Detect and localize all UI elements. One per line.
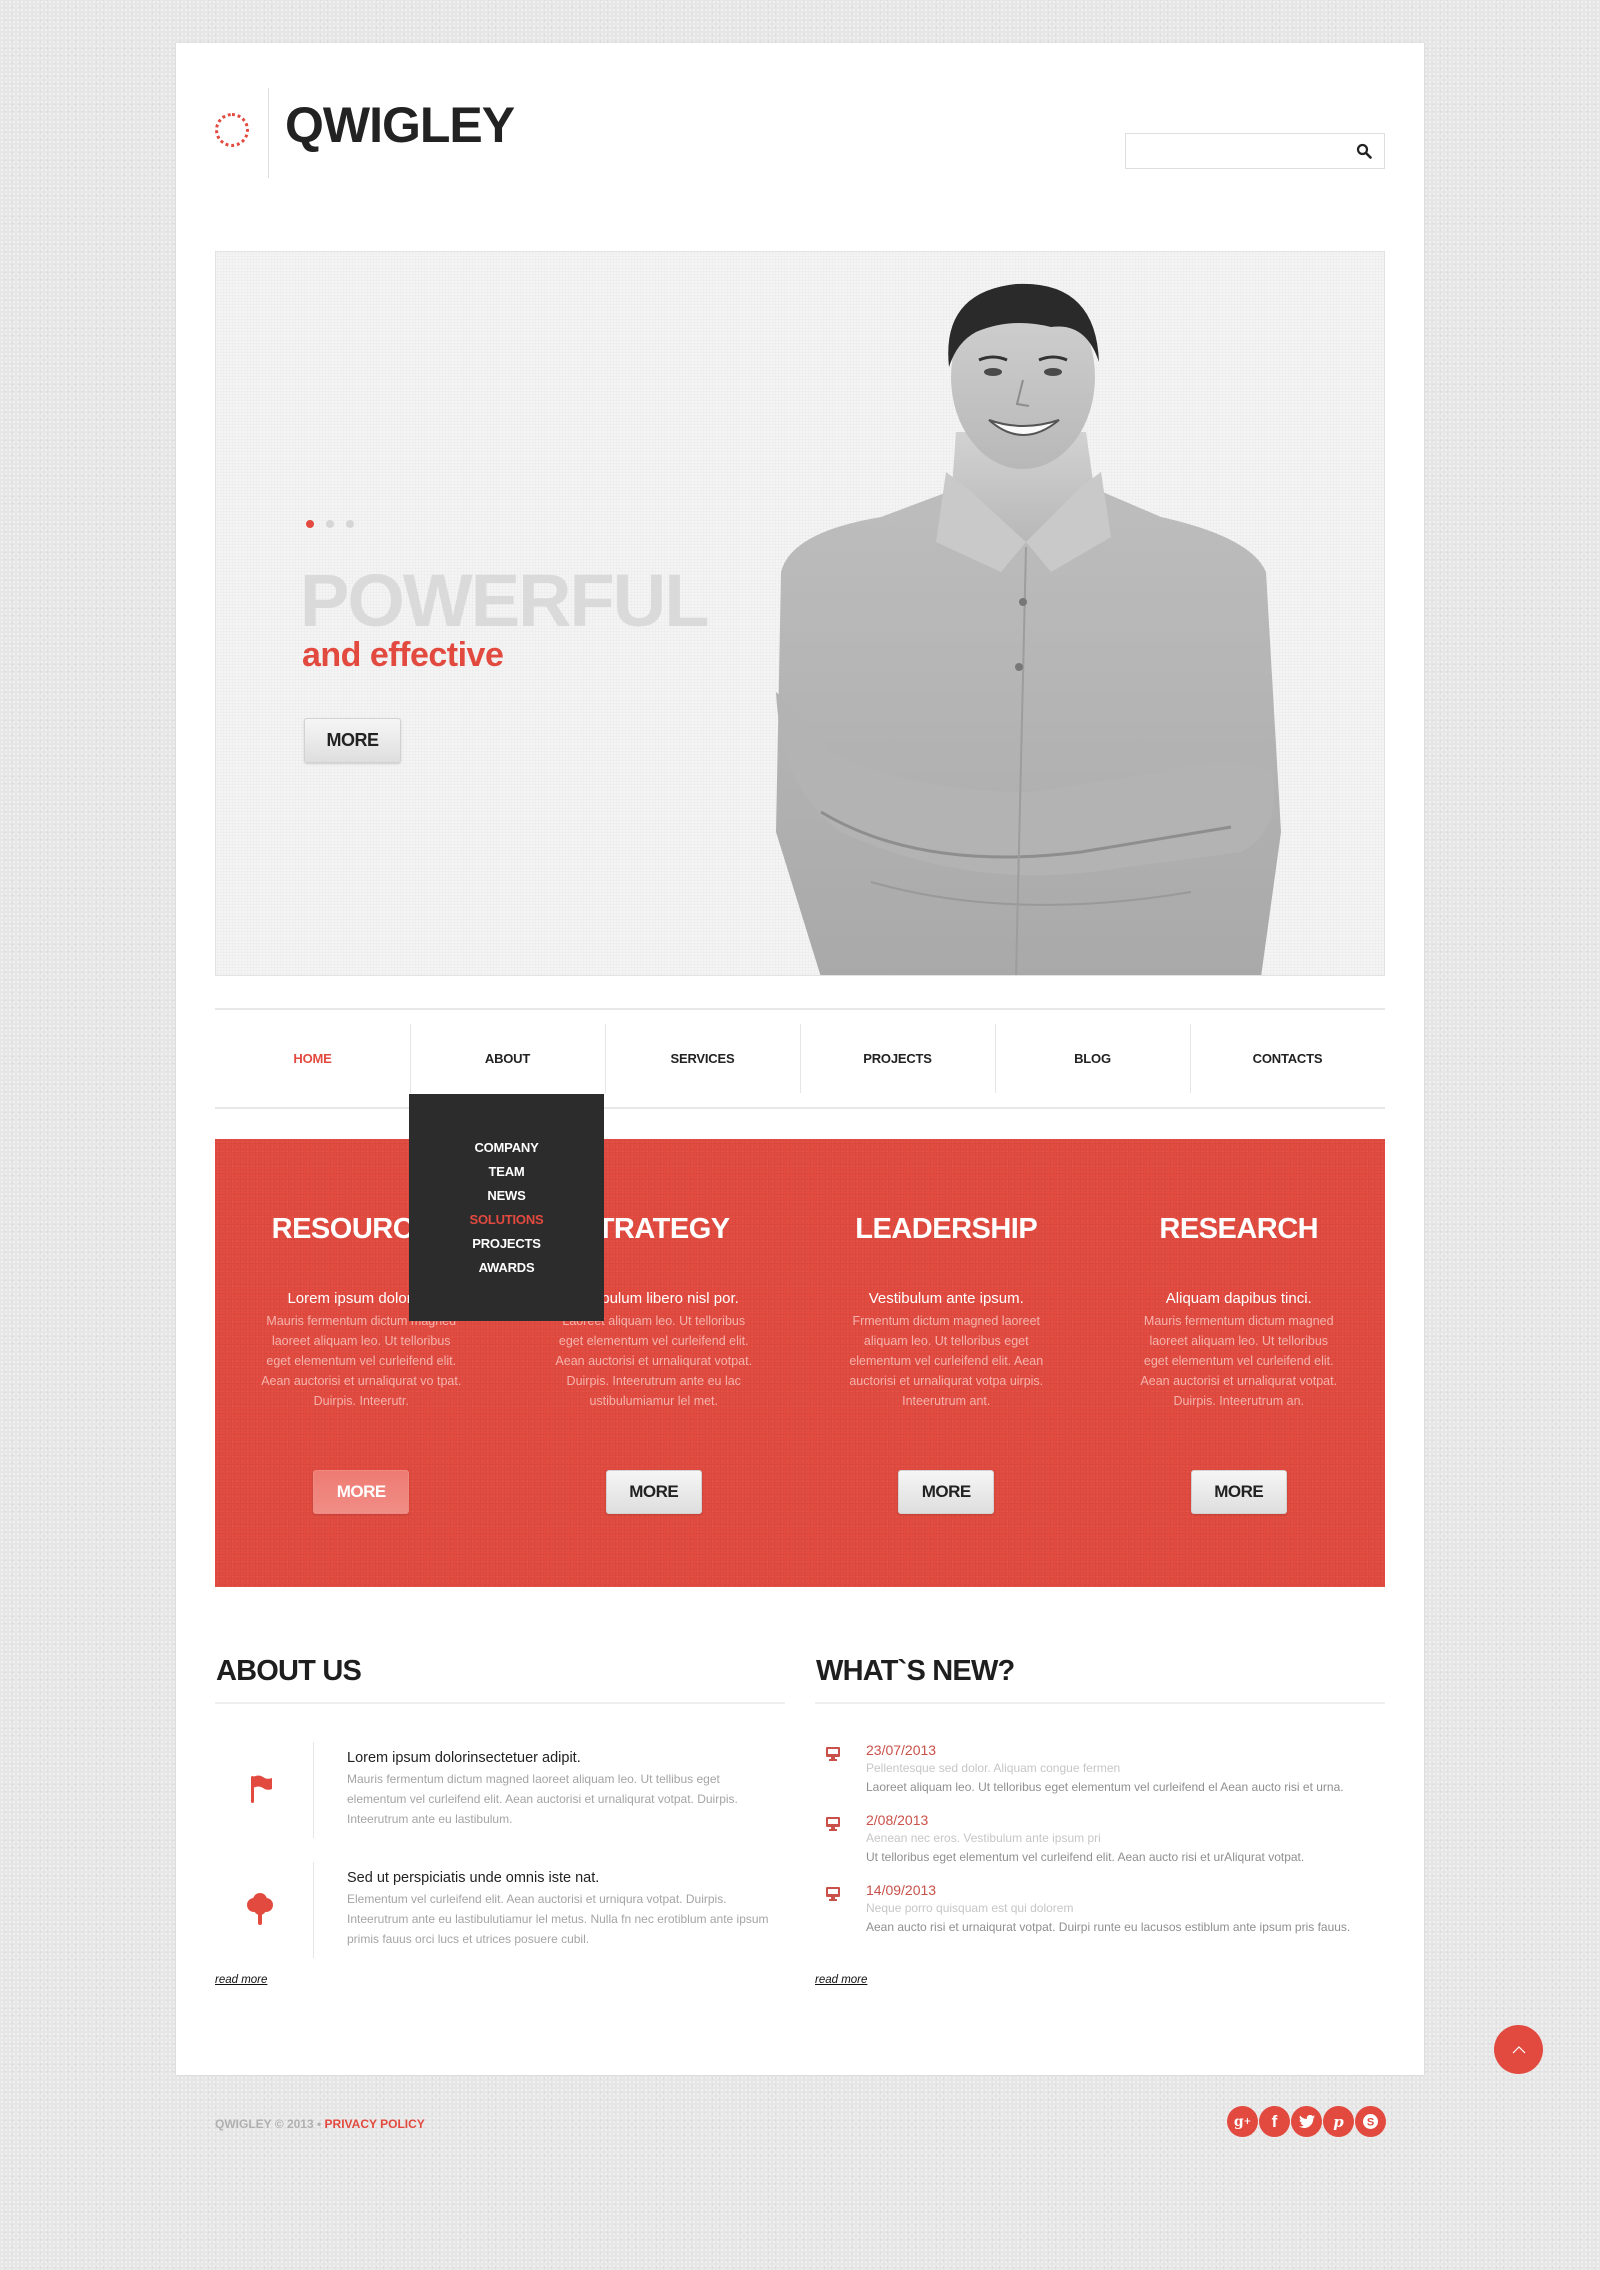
news-item: 14/09/2013 Neque porro quisquam est qui …	[815, 1882, 1385, 1952]
nav-blog[interactable]: BLOG	[995, 1010, 1190, 1107]
about-item-text: Elementum vel curleifend elit. Aean auct…	[347, 1892, 769, 1946]
feature-lead: Vestibulum ante ipsum.	[868, 1290, 1024, 1307]
about-body: Lorem ipsum dolorinsectetuer adipit. Mau…	[347, 1750, 777, 1829]
feature-more-button[interactable]: MORE	[898, 1470, 995, 1514]
news-date[interactable]: 23/07/2013	[866, 1742, 1385, 1758]
monitor-icon	[826, 1817, 840, 1831]
news-subtitle: Neque porro quisquam est qui dolorem	[866, 1901, 1074, 1915]
dropdown-item-team[interactable]: TEAM	[409, 1160, 604, 1184]
monitor-icon	[826, 1747, 840, 1761]
features-panel: RESOURCES Lorem ipsum dolor sit. Mauris …	[215, 1139, 1385, 1587]
dropdown-item-company[interactable]: COMPANY	[409, 1136, 604, 1160]
dropdown-item-news[interactable]: NEWS	[409, 1184, 604, 1208]
search-icon[interactable]	[1356, 143, 1372, 159]
svg-text:S: S	[1367, 2117, 1374, 2129]
hero-subtitle: and effective	[302, 636, 504, 674]
feature-text: Mauris fermentum dictum magned laoreet a…	[261, 1314, 462, 1408]
dropdown-item-solutions[interactable]: SOLUTIONS	[409, 1208, 604, 1232]
logo-divider	[268, 88, 269, 178]
logo-icon[interactable]	[215, 113, 249, 147]
pinterest-icon[interactable]: p	[1323, 2106, 1354, 2137]
news-item: 23/07/2013 Pellentesque sed dolor. Aliqu…	[815, 1742, 1385, 1812]
flag-icon	[251, 1775, 272, 1803]
hero-person-image	[776, 283, 1281, 975]
feature-title: RESEARCH	[1159, 1213, 1319, 1245]
feature-more-button[interactable]: MORE	[313, 1470, 410, 1514]
feature-text: Frmentum dictum magned laoreet aliquam l…	[849, 1314, 1044, 1408]
about-dropdown-menu: COMPANY TEAM NEWS SOLUTIONS PROJECTS AWA…	[409, 1094, 604, 1321]
monitor-icon	[826, 1887, 840, 1901]
feature-more-button[interactable]: MORE	[605, 1470, 702, 1514]
news-text: Ut telloribus eget elementum vel curleif…	[866, 1850, 1305, 1864]
feature-title: LEADERSHIP	[855, 1213, 1038, 1245]
hero-more-button[interactable]: MORE	[304, 718, 401, 763]
nav-about[interactable]: ABOUT	[410, 1010, 605, 1107]
search-box	[1125, 133, 1385, 169]
about-us-heading: ABOUT US	[216, 1655, 362, 1687]
skype-icon[interactable]: S	[1355, 2106, 1386, 2137]
tree-icon	[247, 1893, 273, 1925]
slider-dot-2[interactable]	[326, 520, 334, 528]
whats-new-heading: WHAT`S NEW?	[816, 1655, 1015, 1687]
news-subtitle: Aenean nec eros. Vestibulum ante ipsum p…	[866, 1831, 1101, 1845]
site-logo[interactable]: QWIGLEY	[285, 96, 515, 154]
news-list: 23/07/2013 Pellentesque sed dolor. Aliqu…	[815, 1742, 1385, 1952]
hero-slider: POWERFUL and effective MORE	[215, 251, 1385, 976]
about-item-title: Sed ut perspiciatis unde omnis iste nat.	[347, 1870, 600, 1886]
section-divider	[815, 1702, 1385, 1704]
about-item: Lorem ipsum dolorinsectetuer adipit. Mau…	[215, 1742, 785, 1862]
feature-more-button[interactable]: MORE	[1190, 1470, 1287, 1514]
chevron-up-icon	[1512, 2045, 1525, 2053]
scroll-to-top-button[interactable]	[1494, 2025, 1543, 2074]
twitter-icon[interactable]	[1291, 2106, 1322, 2137]
social-links: g + f p S	[1227, 2106, 1386, 2137]
google-plus-icon[interactable]: g +	[1227, 2106, 1258, 2137]
about-item-text: Mauris fermentum dictum magned laoreet a…	[347, 1772, 738, 1826]
news-read-more-link[interactable]: read more	[815, 1974, 867, 1986]
news-subtitle: Pellentesque sed dolor. Aliquam congue f…	[866, 1761, 1121, 1775]
feature-text: Laoreet aliquam leo. Ut telloribus eget …	[555, 1314, 753, 1408]
main-nav: HOME ABOUT SERVICES PROJECTS BLOG CONTAC…	[215, 1008, 1385, 1109]
slider-dot-1[interactable]	[306, 520, 314, 528]
feature-leadership: LEADERSHIP Vestibulum ante ipsum. Frment…	[800, 1139, 1093, 1587]
nav-home[interactable]: HOME	[215, 1010, 410, 1107]
news-text: Laoreet aliquam leo. Ut telloribus eget …	[866, 1780, 1344, 1794]
nav-contacts[interactable]: CONTACTS	[1190, 1010, 1385, 1107]
feature-lead: Aliquam dapibus tinci.	[1165, 1290, 1312, 1307]
footer-copyright: QWIGLEY © 2013 • PRIVACY POLICY	[215, 2117, 425, 2131]
privacy-policy-link[interactable]: PRIVACY POLICY	[325, 2117, 425, 2131]
dropdown-item-projects[interactable]: PROJECTS	[409, 1232, 604, 1256]
search-input[interactable]	[1126, 134, 1346, 168]
hero-title: POWERFUL	[300, 559, 709, 642]
about-us-section: ABOUT US Lorem ipsum dolorinsectetuer ad…	[215, 1655, 785, 1982]
news-date[interactable]: 2/08/2013	[866, 1812, 1385, 1828]
news-text: Aean aucto risi et urnaiqurat votpat. Du…	[866, 1920, 1351, 1934]
about-divider	[313, 1862, 314, 1958]
copyright-text: QWIGLEY © 2013 •	[215, 2117, 322, 2131]
about-read-more-link[interactable]: read more	[215, 1974, 267, 1986]
about-item-title: Lorem ipsum dolorinsectetuer adipit.	[347, 1750, 581, 1766]
news-item: 2/08/2013 Aenean nec eros. Vestibulum an…	[815, 1812, 1385, 1882]
feature-text: Mauris fermentum dictum magned laoreet a…	[1140, 1314, 1338, 1408]
news-date[interactable]: 14/09/2013	[866, 1882, 1385, 1898]
about-item: Sed ut perspiciatis unde omnis iste nat.…	[215, 1862, 785, 1982]
facebook-icon[interactable]: f	[1259, 2106, 1290, 2137]
feature-research: RESEARCH Aliquam dapibus tinci. Mauris f…	[1093, 1139, 1386, 1587]
whats-new-section: WHAT`S NEW? 23/07/2013 Pellentesque sed …	[815, 1655, 1385, 1952]
about-divider	[313, 1742, 314, 1838]
nav-projects[interactable]: PROJECTS	[800, 1010, 995, 1107]
about-body: Sed ut perspiciatis unde omnis iste nat.…	[347, 1870, 777, 1949]
dropdown-item-awards[interactable]: AWARDS	[409, 1256, 604, 1280]
slider-dot-3[interactable]	[346, 520, 354, 528]
section-divider	[215, 1702, 785, 1704]
nav-services[interactable]: SERVICES	[605, 1010, 800, 1107]
slider-pagination	[306, 520, 354, 528]
